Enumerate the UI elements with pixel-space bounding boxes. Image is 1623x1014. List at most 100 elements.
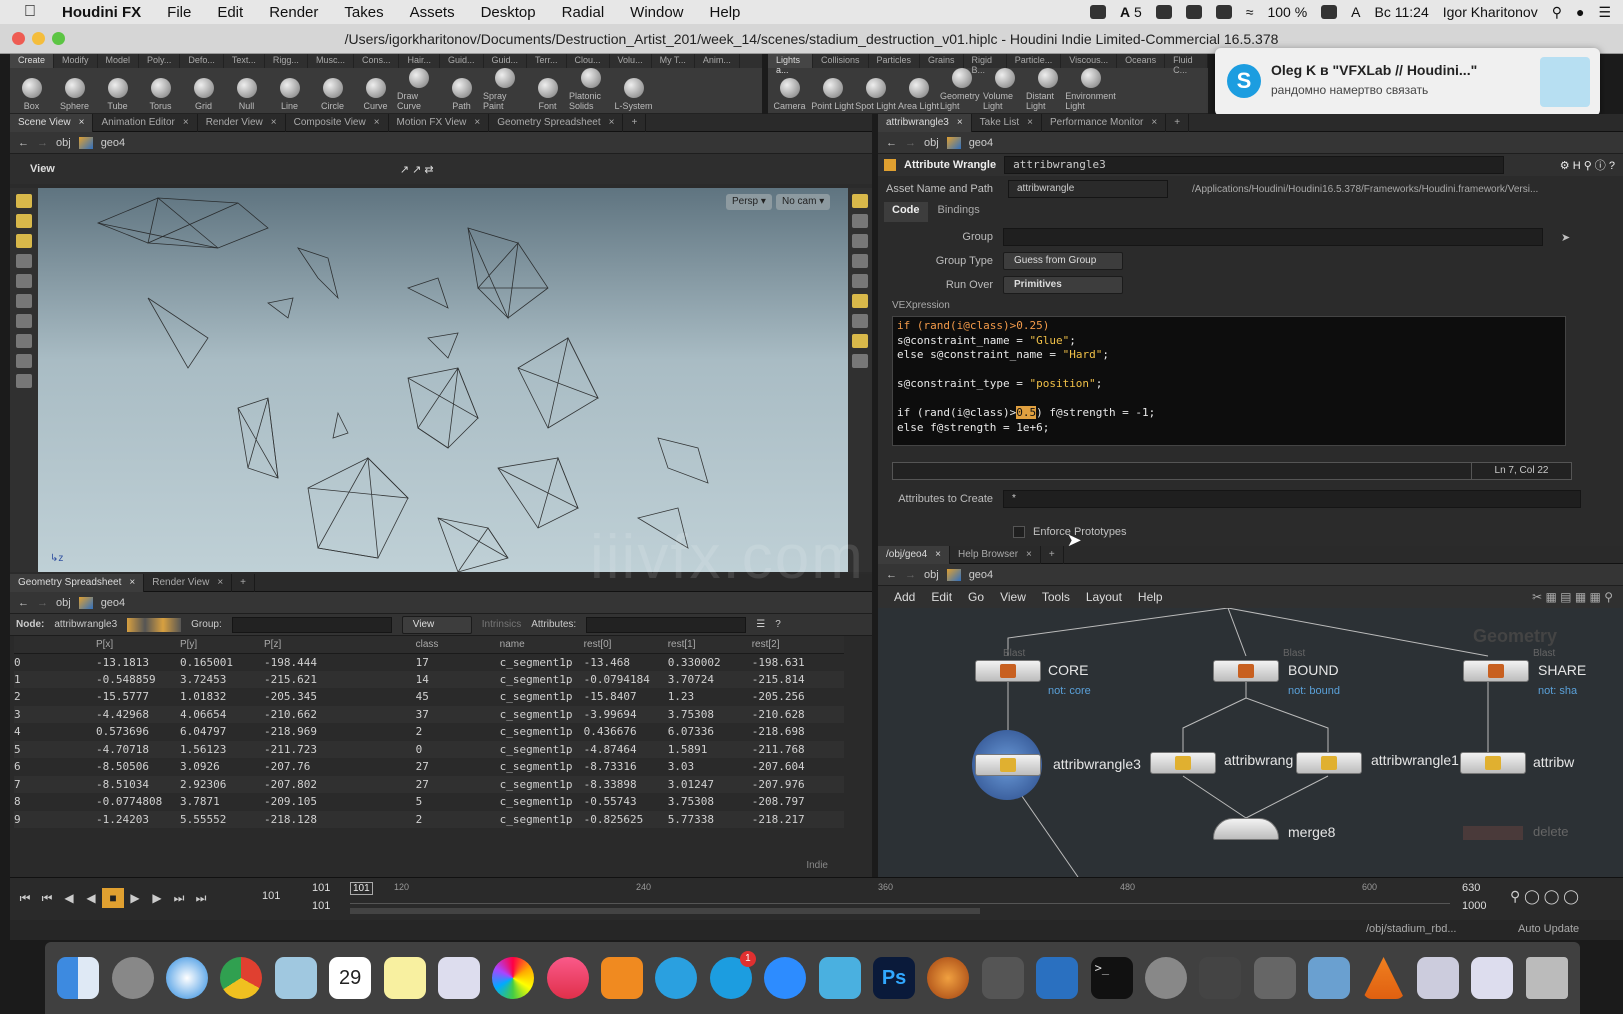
end-frame-field[interactable]: 630 xyxy=(1462,882,1480,894)
net-menu-help[interactable]: Help xyxy=(1138,590,1163,604)
zoom-icon[interactable] xyxy=(764,957,807,999)
left-shelf-tab[interactable]: Rigg... xyxy=(265,54,308,68)
left-shelf-tool[interactable]: Box xyxy=(10,78,53,114)
left-shelf-tool[interactable]: Sphere xyxy=(53,78,96,114)
forward-arrow-icon[interactable]: → xyxy=(905,137,916,149)
path-geo[interactable]: geo4 xyxy=(101,137,125,149)
right-shelf-tool[interactable]: Environment Light xyxy=(1065,68,1116,114)
left-shelf-tool[interactable]: Null xyxy=(225,78,268,114)
attribwrangle3-node[interactable] xyxy=(975,754,1041,776)
handle-tool-icon[interactable] xyxy=(16,274,32,288)
preview-icon[interactable] xyxy=(274,957,317,999)
paint-tool-icon[interactable] xyxy=(16,314,32,328)
system-preferences-icon[interactable] xyxy=(1145,957,1187,999)
menu-help[interactable]: Help xyxy=(710,4,741,21)
photoshop-icon[interactable]: Ps xyxy=(873,957,916,999)
left-shelf-tool[interactable]: Platonic Solids xyxy=(569,68,612,114)
spreadsheet-table[interactable]: P[x] P[y] P[z] class name rest[0] rest[1] rest[… xyxy=(14,636,844,828)
tab-scene-view[interactable]: Scene View × xyxy=(10,113,94,132)
prev-key-icon[interactable]: ⏮ xyxy=(36,888,58,908)
column-header[interactable]: P[y] xyxy=(179,636,264,654)
table-row[interactable]: 7 -8.51034 2.92306 -207.802 27 c_segment1p -8.… xyxy=(14,775,844,793)
back-arrow-icon[interactable]: ← xyxy=(886,137,897,149)
calendar-icon[interactable]: 29 xyxy=(329,957,372,999)
right-shelf-tab[interactable]: Particles xyxy=(869,54,921,68)
spotlight-icon[interactable]: ⚲ xyxy=(1552,4,1562,21)
right-shelf-tool[interactable]: Point Light xyxy=(811,78,854,114)
tab-geometry-spreadsheet[interactable]: Geometry Spreadsheet × xyxy=(489,113,624,132)
cloud-icon[interactable] xyxy=(1185,5,1202,19)
skype-dock-icon[interactable]: 1 xyxy=(709,951,756,999)
launchpad-icon[interactable] xyxy=(111,957,154,999)
path-geo[interactable]: geo4 xyxy=(101,597,125,609)
menu-icon[interactable]: ☰ xyxy=(756,619,765,630)
right-shelf-tab[interactable]: Viscous... xyxy=(1061,54,1118,68)
gear-icon[interactable]: ⚙ H ⚲ ⓘ ? xyxy=(1560,157,1623,173)
right-shelf-tool[interactable]: Distant Light xyxy=(1026,68,1069,114)
enforce-checkbox[interactable] xyxy=(1013,525,1025,538)
left-shelf-tool[interactable]: Draw Curve xyxy=(397,68,440,114)
next-key-icon[interactable]: ⏭ xyxy=(168,888,190,908)
table-row[interactable]: 0 -13.1813 0.165001 -198.444 17 c_segment1p -1… xyxy=(14,653,844,671)
menu-takes[interactable]: Takes xyxy=(344,4,383,21)
forward-arrow-icon[interactable]: → xyxy=(37,137,48,149)
tab-parameters[interactable]: attribwrangle3 × xyxy=(878,113,972,132)
right-shelf-tool[interactable]: Camera xyxy=(768,78,811,114)
forward-arrow-icon[interactable]: → xyxy=(37,597,48,609)
document-icon[interactable] xyxy=(1416,957,1459,999)
skype-status-icon[interactable] xyxy=(1215,5,1232,19)
display-options-icon[interactable] xyxy=(852,194,868,208)
view-dropdown[interactable]: View xyxy=(401,615,472,634)
textedit-icon[interactable] xyxy=(437,957,480,999)
tab-geometry-spreadsheet-2[interactable]: Geometry Spreadsheet × xyxy=(10,573,145,592)
forward-arrow-icon[interactable]: → xyxy=(905,569,916,581)
frame-marker[interactable]: 101 xyxy=(350,882,373,895)
downloads-icon[interactable] xyxy=(1471,957,1514,999)
ghost-icon[interactable] xyxy=(852,214,868,228)
select-tool-icon[interactable] xyxy=(16,194,32,208)
status-path[interactable]: /obj/stadium_rbd... xyxy=(1366,923,1457,935)
column-header[interactable]: rest[1] xyxy=(667,636,752,654)
attrs-field[interactable]: * xyxy=(1003,490,1581,508)
menu-edit[interactable]: Edit xyxy=(217,4,243,21)
houdini-icon[interactable] xyxy=(927,957,970,999)
left-shelf-tool[interactable]: Curve xyxy=(354,78,397,114)
close-window-button[interactable] xyxy=(12,32,25,45)
net-menu-go[interactable]: Go xyxy=(968,590,984,604)
notification-center-icon[interactable]: ☰ xyxy=(1598,4,1611,21)
path-obj[interactable]: obj xyxy=(924,569,939,581)
persp-menu[interactable]: Persp ▾ xyxy=(726,194,772,210)
network-editor[interactable]: Geometry Blast CORE not: core Blast BOUN… xyxy=(878,608,1623,877)
snapshot-icon[interactable] xyxy=(852,334,868,348)
right-shelf-tab[interactable]: Lights a... xyxy=(768,54,813,75)
magnet-tool-icon[interactable] xyxy=(16,354,32,368)
column-header[interactable]: P[x] xyxy=(95,636,180,654)
minimize-window-button[interactable] xyxy=(32,32,45,45)
left-shelf-tab[interactable]: Hair... xyxy=(399,54,440,68)
table-row[interactable]: 8 -0.0774808 3.7871 -209.105 5 c_segment1p -0.… xyxy=(14,793,844,811)
attribwrangle1-node[interactable] xyxy=(1296,752,1362,774)
add-tab-button-3[interactable]: + xyxy=(1166,113,1190,132)
left-shelf-tool[interactable]: Tube xyxy=(96,78,139,114)
left-shelf-tab[interactable]: Text... xyxy=(224,54,265,68)
start-frame-field-2[interactable]: 101 xyxy=(312,900,330,912)
lock-icon[interactable] xyxy=(852,234,868,248)
net-menu-edit[interactable]: Edit xyxy=(931,590,952,604)
column-header[interactable]: name xyxy=(499,636,584,654)
attribw-node[interactable] xyxy=(1460,752,1526,774)
column-header[interactable] xyxy=(14,636,96,654)
image-capture-icon[interactable] xyxy=(1199,957,1242,999)
right-shelf-tab[interactable]: Rigid B... xyxy=(964,54,1007,75)
snap-tool-icon[interactable] xyxy=(16,374,32,388)
menu-desktop[interactable]: Desktop xyxy=(481,4,536,21)
right-shelf-tool[interactable]: Volume Light xyxy=(983,68,1026,114)
menu-file[interactable]: File xyxy=(167,4,191,21)
back-arrow-icon[interactable]: ← xyxy=(886,569,897,581)
network-tool-icons[interactable]: ✂ ▦ ▤ ▦ ▦ ⚲ xyxy=(1532,590,1623,604)
left-shelf-tab[interactable]: Musc... xyxy=(308,54,354,68)
range-slider[interactable] xyxy=(350,908,980,914)
left-shelf-tab[interactable]: Anim... xyxy=(695,54,740,68)
component-type-icons[interactable] xyxy=(127,617,182,632)
timeline-ruler[interactable]: 101 120 240 360 480 600 xyxy=(350,882,1450,904)
right-shelf-tab[interactable]: Collisions xyxy=(813,54,869,68)
